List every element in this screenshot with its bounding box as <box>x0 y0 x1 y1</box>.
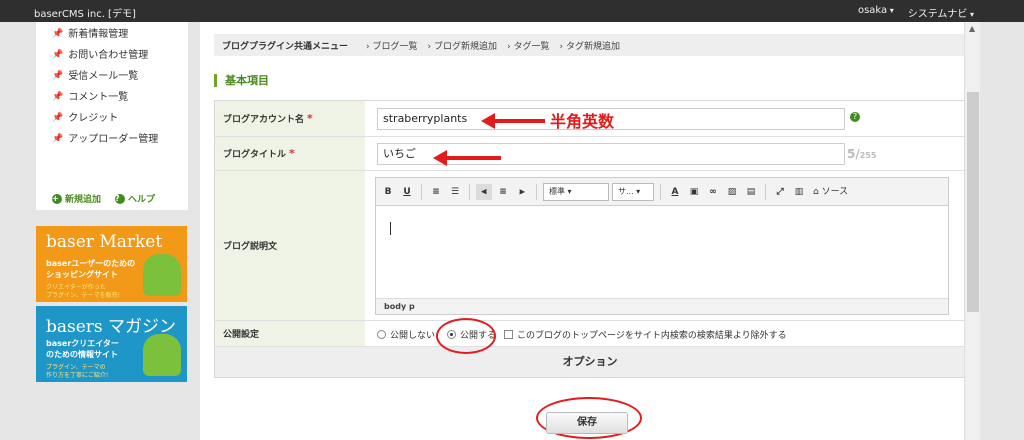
tag-add-link[interactable]: タグ新規追加 <box>559 39 620 52</box>
annotation-arrow <box>433 150 501 166</box>
mascot-icon <box>143 334 181 376</box>
bg-color-icon[interactable]: ▣ <box>686 184 702 200</box>
blog-list-link[interactable]: ブログ一覧 <box>366 39 417 52</box>
image-icon[interactable]: ▨ <box>724 184 740 200</box>
sidebar-item-credit[interactable]: 📌 クレジット <box>52 108 188 129</box>
site-name[interactable]: baserCMS inc. [デモ] <box>34 5 136 20</box>
top-bar: baserCMS inc. [デモ] osaka システムナビ <box>0 0 1024 22</box>
plus-icon: + <box>52 193 62 204</box>
align-right-icon[interactable]: ⫸ <box>514 184 530 200</box>
text-color-icon[interactable]: A <box>667 184 683 200</box>
char-counter: 5/255 <box>847 147 877 161</box>
pin-icon: 📌 <box>52 134 64 144</box>
font-select[interactable]: サ... <box>612 182 654 201</box>
required-mark: * <box>307 112 313 125</box>
file-icon[interactable]: ▤ <box>743 184 759 200</box>
baser-market-banner[interactable]: baser Market baserユーザーのための ショッピングサイト クリエ… <box>36 226 187 302</box>
plugin-subnav: ブログプラグイン共通メニュー ブログ一覧 ブログ新規追加 タグ一覧 タグ新規追加 <box>214 34 966 56</box>
pin-icon: 📌 <box>52 113 64 123</box>
save-button[interactable]: 保存 <box>546 412 628 434</box>
help-icon: ? <box>115 193 126 204</box>
format-select[interactable]: 標準 <box>543 182 609 201</box>
bullet-list-icon[interactable]: ☰ <box>447 184 463 200</box>
sidebar-item-uploader[interactable]: 📌 アップローダー管理 <box>52 129 188 150</box>
maximize-icon[interactable]: ⤢ <box>772 184 788 200</box>
align-left-icon[interactable]: ⫷ <box>476 183 492 200</box>
basers-magazine-banner[interactable]: basers マガジン baserクリエイター のための情報サイト プラグイン、… <box>36 306 187 382</box>
blocks-icon[interactable]: ▥ <box>791 184 807 200</box>
align-center-icon[interactable]: ≡ <box>495 184 511 200</box>
help-icon[interactable]: ? <box>850 112 860 122</box>
text-caret <box>390 222 391 235</box>
system-nav-menu[interactable]: システムナビ <box>908 5 974 20</box>
sidebar-item-received-mail[interactable]: 📌 受信メール一覧 <box>52 66 188 87</box>
source-icon[interactable]: ⌂ ソース <box>810 184 851 200</box>
sidebar-item-comments[interactable]: 📌 コメント一覧 <box>52 87 188 108</box>
pin-icon: 📌 <box>52 29 64 39</box>
editor-toolbar: B U ≡ ☰ ⫷ ≡ ⫸ 標準 サ... A ▣ <box>376 178 948 206</box>
scrollbar[interactable]: ▲ <box>964 22 980 440</box>
sidebar: 📌 新着情報管理 📌 お問い合わせ管理 📌 受信メール一覧 📌 コメント一覧 📌 クレジッ… <box>36 22 188 210</box>
link-icon[interactable]: ∞ <box>705 184 721 200</box>
blog-form: ブログアカウント名 * straberryplants ? ブログタイトル * いち… <box>214 100 966 378</box>
add-new-link[interactable]: + 新規追加 <box>52 192 101 205</box>
scroll-thumb[interactable] <box>967 92 979 312</box>
pin-icon: 📌 <box>52 50 64 60</box>
mascot-icon <box>143 254 181 296</box>
bold-button[interactable]: B <box>380 184 396 200</box>
help-link[interactable]: ? ヘルプ <box>115 192 155 205</box>
unpublish-radio[interactable] <box>377 330 386 339</box>
options-toggle[interactable]: オプション <box>215 347 965 377</box>
blog-add-link[interactable]: ブログ新規追加 <box>428 39 497 52</box>
section-title: 基本項目 <box>214 74 269 87</box>
annotation-arrow <box>481 113 545 129</box>
editor-body[interactable] <box>376 206 948 298</box>
scroll-up-icon[interactable]: ▲ <box>969 24 975 33</box>
pin-icon: 📌 <box>52 92 64 102</box>
editor-path: body p <box>376 298 948 314</box>
sidebar-item-news[interactable]: 📌 新着情報管理 <box>52 24 188 45</box>
underline-button[interactable]: U <box>399 184 415 200</box>
tag-list-link[interactable]: タグ一覧 <box>507 39 549 52</box>
annotation-circle <box>436 318 496 354</box>
pin-icon: 📌 <box>52 71 64 81</box>
exclude-search-checkbox[interactable] <box>504 330 514 339</box>
sidebar-item-contact[interactable]: 📌 お問い合わせ管理 <box>52 45 188 66</box>
ordered-list-icon[interactable]: ≡ <box>428 184 444 200</box>
annotation-text: 半角英数 <box>550 112 615 131</box>
user-menu[interactable]: osaka <box>858 5 894 20</box>
required-mark: * <box>289 147 295 160</box>
main-content: ブログプラグイン共通メニュー ブログ一覧 ブログ新規追加 タグ一覧 タグ新規追加… <box>200 22 980 440</box>
rich-text-editor: B U ≡ ☰ ⫷ ≡ ⫸ 標準 サ... A ▣ <box>375 177 949 315</box>
blog-title-input[interactable]: いちご <box>377 143 845 165</box>
